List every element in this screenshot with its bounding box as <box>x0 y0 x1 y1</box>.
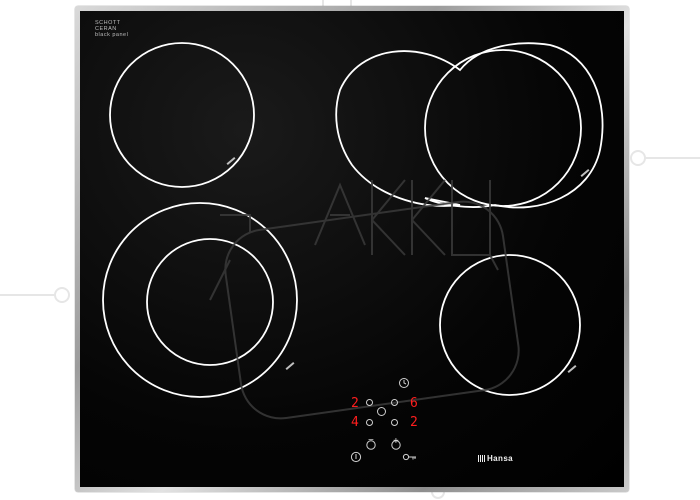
display-digit-right-bottom: 2 <box>410 415 418 430</box>
zone-select-button-bottom-left[interactable] <box>366 419 373 426</box>
zone-bottom-left-inner <box>146 238 274 366</box>
brand-mark-icon <box>478 455 485 462</box>
cooking-zones <box>102 42 604 420</box>
zone-top-right-inner <box>424 49 582 207</box>
zone-top-left <box>109 42 255 188</box>
display-digit-left-top: 2 <box>351 396 359 411</box>
zone-select-button-top-right[interactable] <box>391 399 398 406</box>
minus-button[interactable]: − <box>366 435 376 450</box>
zone-select-button-center[interactable] <box>377 407 386 416</box>
brand-logo: Hansa <box>478 454 513 463</box>
zone-select-button-top-left[interactable] <box>366 399 373 406</box>
plus-symbol: + <box>393 436 399 447</box>
key-lock-icon[interactable] <box>402 451 418 463</box>
zone-select-button-bottom-right[interactable] <box>391 419 398 426</box>
plus-button[interactable]: + <box>391 436 401 450</box>
clock-icon[interactable] <box>398 377 410 389</box>
minus-symbol: − <box>368 435 374 446</box>
power-icon[interactable] <box>350 451 362 463</box>
brand-name: Hansa <box>487 454 514 463</box>
display-digit-right-top: 6 <box>410 396 418 411</box>
zone-top-right-oval <box>335 42 604 209</box>
zone-bottom-left-outer <box>102 202 298 398</box>
zone-marker <box>285 362 295 370</box>
zone-marker <box>567 365 577 373</box>
display-digit-left-bottom: 4 <box>351 415 359 430</box>
